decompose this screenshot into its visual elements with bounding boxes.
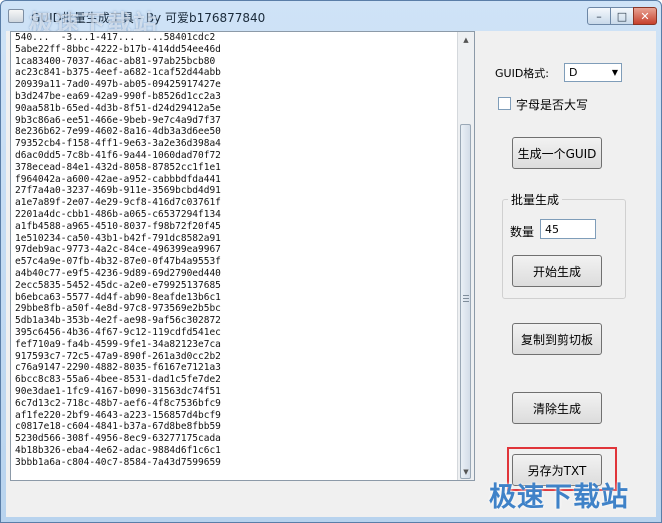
app-window: GUID批量生成工具 - By 可爱b176877840 极速下载站 – □ ✕…: [0, 0, 662, 523]
uppercase-label: 字母是否大写: [516, 98, 589, 112]
guid-line: 97deb9ac-9773-4a2c-84ce-496399ea9967: [15, 244, 221, 256]
guid-line: 3bbb1a6a-c804-40c7-8584-7a43d7599659: [15, 456, 221, 468]
guid-line: c76a9147-2290-4882-8035-f6167e7121a3: [15, 362, 221, 374]
control-panel: GUID格式: D ▼ 字母是否大写 生成一个GUID 批量生成 数量 45 开…: [480, 31, 656, 517]
guid-line: 2ecc5835-5452-45dc-a2e0-e79925137685: [15, 279, 221, 291]
title-bar[interactable]: GUID批量生成工具 - By 可爱b176877840 极速下载站 – □ ✕: [1, 1, 661, 38]
grip-line: [463, 301, 469, 302]
guid-line: 5230d566-308f-4956-8ec9-63277175cada: [15, 433, 221, 445]
guid-line: 378ecead-84e1-432d-8058-87852cc1f1e1: [15, 161, 221, 173]
clear-button[interactable]: 清除生成: [512, 392, 602, 424]
minimize-button[interactable]: –: [587, 7, 611, 25]
guid-line: c0817e18-c604-4841-b37a-67d8be8fbb59: [15, 421, 221, 433]
guid-line: a1e7a89f-2e07-4e29-9cf8-416d7c03761f: [15, 197, 221, 209]
vertical-scrollbar[interactable]: ▲ ▼: [457, 32, 474, 480]
guid-line: 540... -3...1-417... ...58401cdc2: [15, 32, 216, 43]
guid-line: d6ac0dd5-7c8b-41f6-9a44-1060dad70f72: [15, 149, 221, 161]
guid-line: 2201a4dc-cbb1-486b-a065-c6537294f134: [15, 208, 221, 220]
guid-line: fef710a9-fa4b-4599-9fe1-34a82123e7ca: [15, 338, 221, 350]
guid-line: 5db1a34b-353b-4e2f-ae98-9af56c302872: [15, 315, 221, 327]
watermark-bottom: 极速下载站: [489, 482, 629, 513]
guid-line: 20939a11-7ad0-497b-ab05-09425917427e: [15, 79, 221, 91]
client-area: 540... -3...1-417... ...58401cdc2 5abe22f…: [6, 31, 656, 517]
guid-line: 1e510234-ca50-43b1-b42f-791dc8582a91: [15, 232, 221, 244]
guid-line: af1fe220-2bf9-4643-a223-156857d4bcf9: [15, 409, 221, 421]
start-batch-button[interactable]: 开始生成: [512, 255, 602, 287]
guid-line: a1fb4588-a965-4510-8037-f98b72f20f45: [15, 220, 221, 232]
guid-line: 9b3c86a6-ee51-466e-9beb-9e7c4a9d7f37: [15, 114, 221, 126]
guid-line: a4b40c77-e9f5-4236-9d89-69d2790ed440: [15, 267, 221, 279]
guid-line: ac23c841-b375-4eef-a682-1caf52d44abb: [15, 67, 221, 79]
guid-line: 6bcc8c83-55a6-4bee-8531-dad1c5fe7de2: [15, 374, 221, 386]
guid-line: 8e236b62-7e99-4602-8a16-4db3a3d6ee50: [15, 126, 221, 138]
quantity-input[interactable]: 45: [540, 219, 596, 239]
guid-lines: 540... -3...1-417... ...58401cdc2 5abe22f…: [15, 32, 221, 468]
chevron-down-icon: ▼: [611, 68, 618, 77]
guid-format-value: D: [569, 66, 578, 79]
guid-line: 917593c7-72c5-47a9-890f-261a3d0cc2b2: [15, 350, 221, 362]
guid-line: e57c4a9e-07fb-4b32-87e0-0f47b4a9553f: [15, 256, 221, 268]
guid-line: 29bbe8fb-a50f-4e8d-97c8-973569e2b5bc: [15, 303, 221, 315]
grip-line: [463, 298, 469, 299]
guid-line: 27f7a4a0-3237-469b-911e-3569bcbd4d91: [15, 185, 221, 197]
guid-line: 90e3dae1-1fc9-4167-b090-31563dc74f51: [15, 385, 221, 397]
scroll-down-arrow-icon[interactable]: ▼: [458, 464, 474, 480]
quantity-value: 45: [545, 223, 559, 236]
guid-format-label: GUID格式:: [495, 67, 549, 80]
guid-line: f964042a-a600-42ae-a952-cabbbdfda441: [15, 173, 221, 185]
guid-output-textarea[interactable]: 540... -3...1-417... ...58401cdc2 5abe22f…: [10, 31, 475, 481]
guid-line: b6ebca63-5577-4d4f-ab90-8eafde13b6c1: [15, 291, 221, 303]
maximize-button[interactable]: □: [610, 7, 634, 25]
guid-line: b3d247be-ea69-42a9-990f-b8526d1cc2a3: [15, 90, 221, 102]
guid-line: 1ca83400-7037-46ac-ab81-97ab25bcb80: [15, 55, 216, 67]
guid-line: 90aa581b-65ed-4d3b-8f51-d24d29412a5e: [15, 102, 221, 114]
guid-line: 6c7d13c2-718c-48b7-aef6-4f8c7536bfc9: [15, 397, 221, 409]
guid-line: 395c6456-4b36-4f67-9c12-119cdfd541ec: [15, 326, 221, 338]
scroll-up-arrow-icon[interactable]: ▲: [458, 32, 474, 48]
generate-one-button[interactable]: 生成一个GUID: [512, 137, 602, 169]
scrollbar-thumb[interactable]: [460, 124, 471, 479]
guid-line: 79352cb4-f158-4ff1-9e63-3a2e36d398a4: [15, 138, 221, 150]
uppercase-checkbox[interactable]: [498, 97, 511, 110]
copy-clipboard-button[interactable]: 复制到剪切板: [512, 323, 602, 355]
close-button[interactable]: ✕: [633, 7, 657, 25]
batch-group-title: 批量生成: [508, 191, 563, 208]
guid-line: 4b18b326-eba4-4e62-adac-9884d6f1c6c1: [15, 444, 221, 456]
quantity-label: 数量: [510, 225, 535, 239]
guid-format-select[interactable]: D ▼: [564, 63, 622, 82]
app-icon: [8, 9, 24, 23]
guid-line: 5abe22ff-8bbc-4222-b17b-414dd54ee46d: [15, 43, 221, 55]
grip-line: [463, 295, 469, 296]
